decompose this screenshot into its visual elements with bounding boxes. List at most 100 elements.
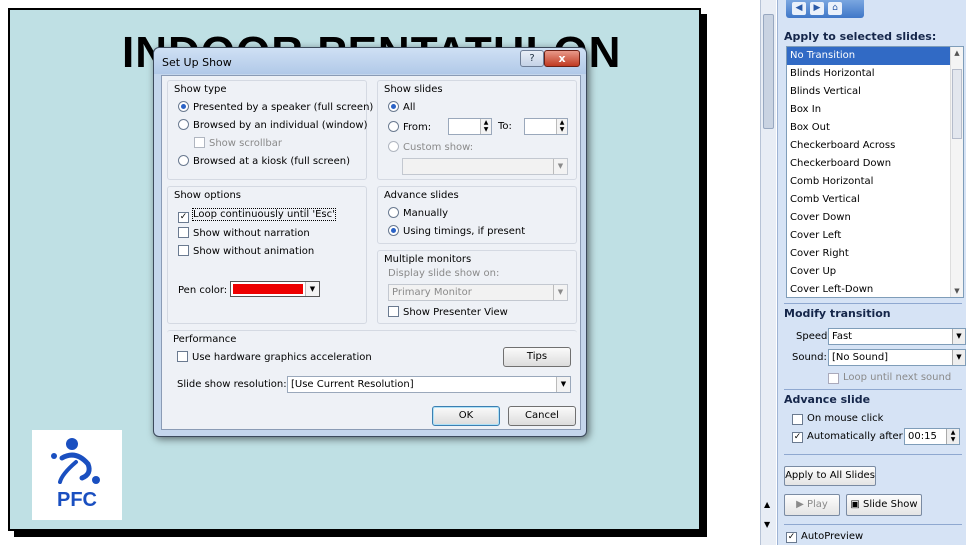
from-slide-input[interactable]: ▲ ▼	[448, 118, 492, 135]
slide-show-button[interactable]: ▣ Slide Show	[846, 494, 922, 516]
resolution-select[interactable]: [Use Current Resolution] ▼	[287, 376, 571, 393]
set-up-show-dialog[interactable]: Set Up Show ? x Show type Presented by a…	[153, 47, 587, 437]
checkbox-show-scrollbar[interactable]: Show scrollbar	[194, 137, 282, 149]
divider	[784, 524, 962, 525]
chevron-down-icon[interactable]: ▼	[952, 350, 965, 365]
chevron-down-icon[interactable]: ▼	[553, 285, 567, 300]
checkmark-icon[interactable]: ✓	[792, 432, 803, 443]
home-icon[interactable]: ⌂	[828, 2, 842, 15]
to-slide-input[interactable]: ▲ ▼	[524, 118, 568, 135]
scrollbar-thumb[interactable]	[763, 14, 774, 129]
back-icon[interactable]: ◀	[792, 2, 806, 15]
help-button[interactable]: ?	[520, 50, 544, 67]
list-scrollbar[interactable]: ▲ ▼	[950, 47, 963, 297]
speed-select[interactable]: Fast ▼	[828, 328, 966, 345]
radio-icon[interactable]	[388, 121, 399, 132]
radio-icon[interactable]	[178, 101, 189, 112]
scroll-down-icon[interactable]: ▼	[951, 285, 963, 297]
chevron-down-icon[interactable]: ▼	[305, 282, 319, 296]
pfc-logo: PFC	[32, 430, 122, 520]
cancel-button[interactable]: Cancel	[508, 406, 576, 426]
scrollbar-thumb[interactable]	[952, 69, 962, 139]
transition-list[interactable]: No Transition Blinds Horizontal Blinds V…	[786, 46, 964, 298]
list-item[interactable]: Cover Right	[787, 245, 963, 263]
radio-icon[interactable]	[388, 207, 399, 218]
radio-manually[interactable]: Manually	[388, 207, 448, 219]
list-item[interactable]: Cover Up	[787, 263, 963, 281]
list-item[interactable]: Box In	[787, 101, 963, 119]
forward-icon[interactable]: ▶	[810, 2, 824, 15]
list-item[interactable]: Box Out	[787, 119, 963, 137]
slide-transition-pane: ◀ ▶ ⌂ Apply to selected slides: No Trans…	[777, 0, 966, 545]
slide-show-label: Slide Show	[863, 499, 918, 510]
previous-slide-icon[interactable]: ▲	[764, 500, 770, 509]
chevron-down-icon[interactable]: ▼	[553, 159, 567, 174]
spinner-icon[interactable]: ▲ ▼	[480, 119, 491, 134]
radio-icon[interactable]	[178, 119, 189, 130]
radio-presented-by-speaker[interactable]: Presented by a speaker (full screen)	[178, 101, 373, 113]
checkbox-without-animation[interactable]: Show without animation	[178, 245, 314, 257]
tips-button[interactable]: Tips	[503, 347, 571, 367]
checkbox-icon[interactable]	[388, 306, 399, 317]
logo-text: PFC	[57, 489, 97, 511]
list-item[interactable]: Cover Left	[787, 227, 963, 245]
checkbox-icon[interactable]	[178, 245, 189, 256]
sound-select[interactable]: [No Sound] ▼	[828, 349, 966, 366]
checkbox-hardware-acceleration[interactable]: Use hardware graphics acceleration	[177, 351, 372, 363]
advance-heading: Advance slide	[784, 393, 871, 406]
checkbox-icon[interactable]	[194, 137, 205, 148]
play-icon: ▶	[796, 499, 807, 510]
list-item[interactable]: Comb Vertical	[787, 191, 963, 209]
monitor-select[interactable]: Primary Monitor ▼	[388, 284, 568, 301]
custom-show-select[interactable]: ▼	[402, 158, 568, 175]
list-item[interactable]: Checkerboard Down	[787, 155, 963, 173]
apply-to-all-button[interactable]: Apply to All Slides	[784, 466, 876, 486]
list-item[interactable]: Cover Left-Down	[787, 281, 963, 297]
radio-icon[interactable]	[388, 225, 399, 236]
radio-icon[interactable]	[388, 101, 399, 112]
mouse-click-checkbox[interactable]	[792, 414, 803, 425]
list-item[interactable]: Blinds Vertical	[787, 83, 963, 101]
radio-label: Presented by a speaker (full screen)	[193, 102, 374, 113]
spinner-icon[interactable]: ▲ ▼	[946, 429, 959, 444]
radio-browsed-by-individual[interactable]: Browsed by an individual (window)	[178, 119, 367, 131]
checkbox-icon[interactable]	[177, 351, 188, 362]
checkbox-without-narration[interactable]: Show without narration	[178, 227, 310, 239]
list-item[interactable]: Blinds Horizontal	[787, 65, 963, 83]
radio-from-slides[interactable]: From:	[388, 121, 431, 133]
next-slide-icon[interactable]: ▼	[764, 520, 770, 529]
auto-time-spinner[interactable]: 00:15 ▲ ▼	[904, 428, 960, 445]
radio-all-slides[interactable]: All	[388, 101, 415, 113]
checkbox-presenter-view[interactable]: Show Presenter View	[388, 306, 508, 318]
pane-nav-tabs[interactable]: ◀ ▶ ⌂	[786, 0, 864, 18]
chevron-down-icon[interactable]: ▼	[556, 377, 570, 392]
group-title: Multiple monitors	[384, 254, 472, 265]
checkmark-icon[interactable]: ✓	[178, 212, 189, 223]
radio-using-timings[interactable]: Using timings, if present	[388, 225, 525, 237]
pen-color-picker[interactable]: ▼	[230, 281, 320, 297]
checkbox-label: Show Presenter View	[403, 307, 508, 318]
loop-sound-label: Loop until next sound	[843, 372, 952, 383]
list-item[interactable]: No Transition	[787, 47, 963, 65]
list-item[interactable]: Comb Horizontal	[787, 173, 963, 191]
ok-button[interactable]: OK	[432, 406, 500, 426]
slide-scrollbar[interactable]: ▲ ▼	[760, 0, 776, 545]
radio-browsed-at-kiosk[interactable]: Browsed at a kiosk (full screen)	[178, 155, 350, 167]
radio-icon[interactable]	[388, 141, 399, 152]
scroll-up-icon[interactable]: ▲	[951, 47, 963, 59]
dialog-titlebar[interactable]: Set Up Show ? x	[154, 48, 586, 74]
chevron-down-icon[interactable]: ▼	[952, 329, 965, 344]
list-item[interactable]: Checkerboard Across	[787, 137, 963, 155]
checkbox-label: Use hardware graphics acceleration	[192, 352, 372, 363]
play-button[interactable]: ▶ Play	[784, 494, 840, 516]
pen-color-swatch	[233, 284, 303, 294]
checkmark-icon[interactable]: ✓	[786, 532, 797, 543]
radio-custom-show[interactable]: Custom show:	[388, 141, 473, 153]
list-item[interactable]: Cover Down	[787, 209, 963, 227]
radio-icon[interactable]	[178, 155, 189, 166]
checkbox-loop-continuously[interactable]: ✓ Loop continuously until 'Esc'	[178, 208, 336, 223]
spinner-icon[interactable]: ▲ ▼	[556, 119, 567, 134]
loop-sound-checkbox[interactable]	[828, 373, 839, 384]
close-button[interactable]: x	[544, 50, 580, 67]
checkbox-icon[interactable]	[178, 227, 189, 238]
